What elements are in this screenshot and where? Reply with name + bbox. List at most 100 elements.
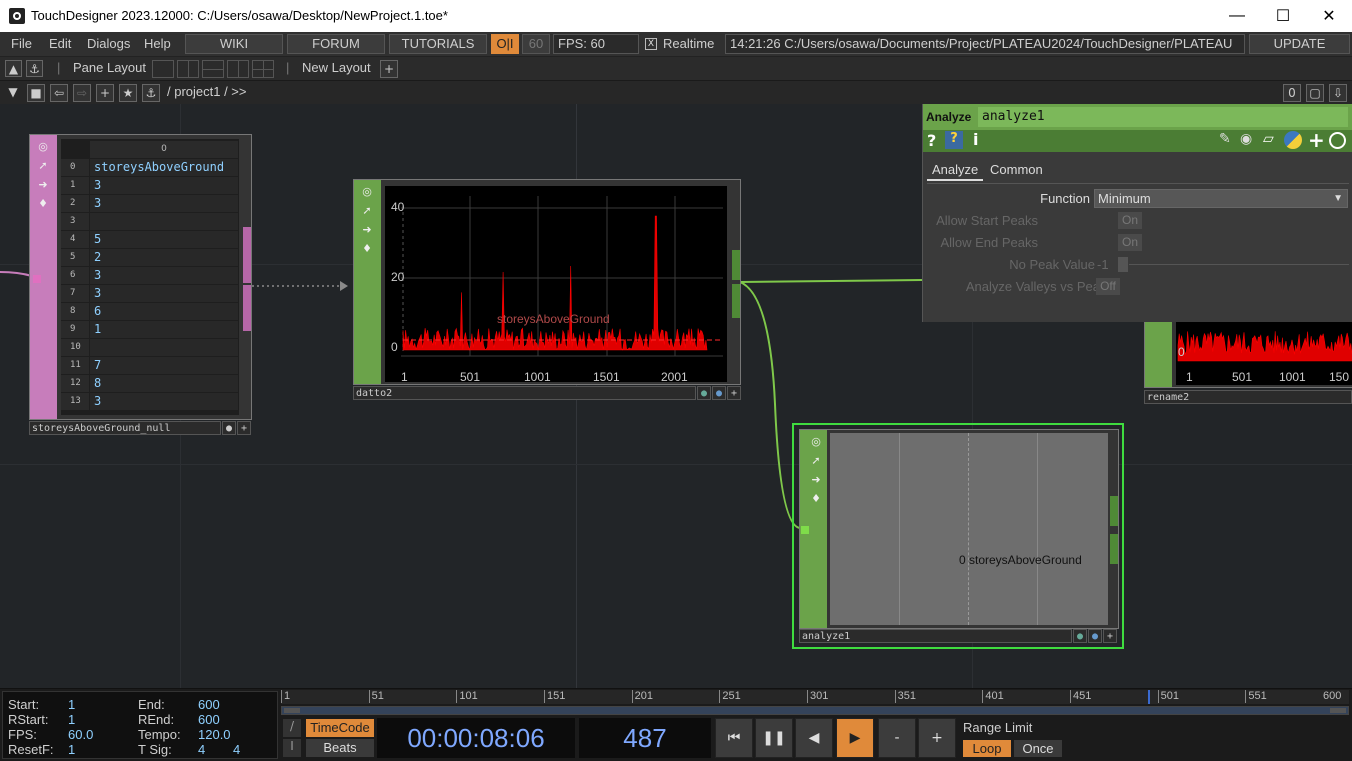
rend-value[interactable]: 600	[198, 712, 220, 727]
info-icon[interactable]: i	[973, 130, 978, 149]
resetf-value[interactable]: 1	[68, 742, 75, 757]
menu-dialogs[interactable]: Dialogs	[87, 36, 130, 51]
viewer-active-icon[interactable]: ◎	[808, 434, 824, 450]
plus-icon[interactable]: +	[918, 718, 956, 758]
cooking-flag-icon[interactable]: ♦	[808, 491, 824, 507]
tsig-denominator[interactable]: 4	[233, 742, 240, 757]
forward-arrow-icon[interactable]: ⇨	[73, 84, 91, 102]
realtime-checkbox[interactable]: X	[645, 38, 657, 50]
output-connector[interactable]	[243, 285, 251, 331]
valleys-toggle[interactable]: Off	[1096, 278, 1120, 295]
playhead[interactable]	[1148, 690, 1150, 704]
close-button[interactable]: ✕	[1306, 0, 1352, 32]
range-scrollbar[interactable]	[281, 706, 1349, 715]
minus-icon[interactable]: -	[878, 718, 916, 758]
node-name-label[interactable]: rename2	[1144, 390, 1352, 404]
tab-analyze[interactable]: Analyze	[927, 160, 984, 181]
anchor-icon[interactable]: ⚓	[142, 84, 160, 102]
oi-toggle[interactable]: O|I	[491, 34, 519, 54]
star-icon[interactable]: ★	[119, 84, 137, 102]
output-connector[interactable]	[1110, 534, 1118, 564]
tsig-numerator[interactable]: 4	[198, 742, 205, 757]
back-arrow-icon[interactable]: ⇦	[50, 84, 68, 102]
allow-start-peaks-toggle[interactable]: On	[1118, 212, 1142, 229]
wiki-button[interactable]: WIKI	[185, 34, 283, 54]
bypass-icon[interactable]: ➚	[35, 158, 51, 174]
output-connector[interactable]	[732, 284, 740, 318]
home-anchor-icon[interactable]: ⚓	[26, 60, 43, 77]
comment-bubble-icon[interactable]: ◉	[1240, 131, 1252, 147]
forum-button[interactable]: FORUM	[287, 34, 385, 54]
allow-end-peaks-toggle[interactable]: On	[1118, 234, 1142, 251]
datto-chop-node[interactable]: ◎ ➚ ➜ ♦ 40 20 0 1 501 1001 1501 2001 sto…	[353, 179, 741, 385]
add-icon[interactable]: +	[1308, 128, 1325, 152]
add-output-icon[interactable]: +	[1103, 629, 1117, 643]
python-icon[interactable]	[1284, 131, 1302, 149]
display-flag-icon[interactable]: ●	[712, 386, 726, 400]
display-arrow-icon[interactable]: ➜	[808, 472, 824, 488]
bypass-icon[interactable]: ➚	[808, 453, 824, 469]
table-dat-node[interactable]: ◎ ➚ ➜ ♦ 0 0 storeysAboveGround 1 3 2 3 3 4 5 5 2 6 3…	[29, 134, 252, 420]
layout-split-h-icon[interactable]	[202, 60, 224, 78]
timeline-ruler[interactable]: 1 51 101 151 201 251 301 351 401 451 501 551 600	[281, 690, 1349, 704]
network-path[interactable]: / project1 / >>	[167, 84, 247, 99]
input-connector[interactable]	[801, 526, 809, 534]
op-name-field[interactable]: analyze1	[978, 107, 1348, 127]
output-connector[interactable]	[243, 227, 251, 283]
chevron-down-icon[interactable]: ▼	[4, 84, 22, 102]
target-icon[interactable]	[1329, 132, 1346, 149]
frame-display[interactable]: 487	[579, 718, 711, 758]
pause-icon[interactable]: ❚❚	[755, 718, 793, 758]
add-output-icon[interactable]: +	[237, 421, 251, 435]
bypass-icon[interactable]: ➚	[359, 203, 375, 219]
maximize-button[interactable]: ☐	[1260, 0, 1306, 32]
timecode-toggle[interactable]: TimeCode	[306, 719, 374, 737]
end-value[interactable]: 600	[198, 697, 220, 712]
display-flag-icon[interactable]: ●	[1088, 629, 1102, 643]
help-icon[interactable]: ?	[927, 131, 936, 150]
input-connector[interactable]	[33, 275, 41, 283]
layout-three-icon[interactable]	[227, 60, 249, 78]
analyze-chop-node[interactable]: ◎ ➚ ➜ ♦ 0 storeysAboveGround	[799, 429, 1119, 629]
menu-file[interactable]: File	[11, 36, 32, 51]
pane-icon[interactable]: ▲	[5, 60, 22, 77]
pane-id-field[interactable]: 0	[1283, 84, 1301, 102]
node-name-label[interactable]: analyze1	[799, 629, 1072, 643]
viewer-flag-icon[interactable]: ●	[1073, 629, 1087, 643]
output-connector[interactable]	[1110, 496, 1118, 526]
rewind-icon[interactable]: ⏮	[715, 718, 753, 758]
add-layout-button[interactable]: +	[380, 60, 398, 78]
add-icon[interactable]: +	[96, 84, 114, 102]
menu-edit[interactable]: Edit	[49, 36, 71, 51]
once-toggle[interactable]: Once	[1014, 740, 1062, 757]
clipboard-icon[interactable]: ▱	[1263, 131, 1274, 147]
python-help-icon[interactable]: ?	[945, 131, 963, 149]
layout-split-v-icon[interactable]	[177, 60, 199, 78]
bar-icon[interactable]: I	[283, 739, 301, 757]
menu-help[interactable]: Help	[144, 36, 171, 51]
node-name-label[interactable]: datto2	[353, 386, 696, 400]
maximize-pane-icon[interactable]: ▢	[1306, 84, 1324, 102]
fps-value[interactable]: 60.0	[68, 727, 93, 742]
fps-cap-field[interactable]: 60	[522, 34, 550, 54]
timecode-display[interactable]: 00:00:08:06	[377, 718, 575, 758]
stop-icon[interactable]: ■	[27, 84, 45, 102]
output-connector[interactable]	[732, 250, 740, 280]
slider-handle[interactable]	[1118, 257, 1128, 272]
start-value[interactable]: 1	[68, 697, 75, 712]
cooking-flag-icon[interactable]: ♦	[359, 241, 375, 257]
play-icon[interactable]: ▶	[836, 718, 874, 758]
no-peak-value-field[interactable]: -1	[1097, 257, 1109, 272]
function-dropdown[interactable]: Minimum ▼	[1094, 189, 1348, 208]
rstart-value[interactable]: 1	[68, 712, 75, 727]
minimize-button[interactable]: —	[1214, 0, 1260, 32]
display-arrow-icon[interactable]: ➜	[35, 177, 51, 193]
add-output-icon[interactable]: +	[727, 386, 741, 400]
update-button[interactable]: UPDATE	[1249, 34, 1350, 54]
beats-toggle[interactable]: Beats	[306, 739, 374, 757]
slider-track[interactable]	[1129, 264, 1349, 265]
display-arrow-icon[interactable]: ➜	[359, 222, 375, 238]
viewer-active-icon[interactable]: ◎	[359, 184, 375, 200]
layout-quad-icon[interactable]	[252, 60, 274, 78]
viewer-flag-icon[interactable]: ●	[222, 421, 236, 435]
